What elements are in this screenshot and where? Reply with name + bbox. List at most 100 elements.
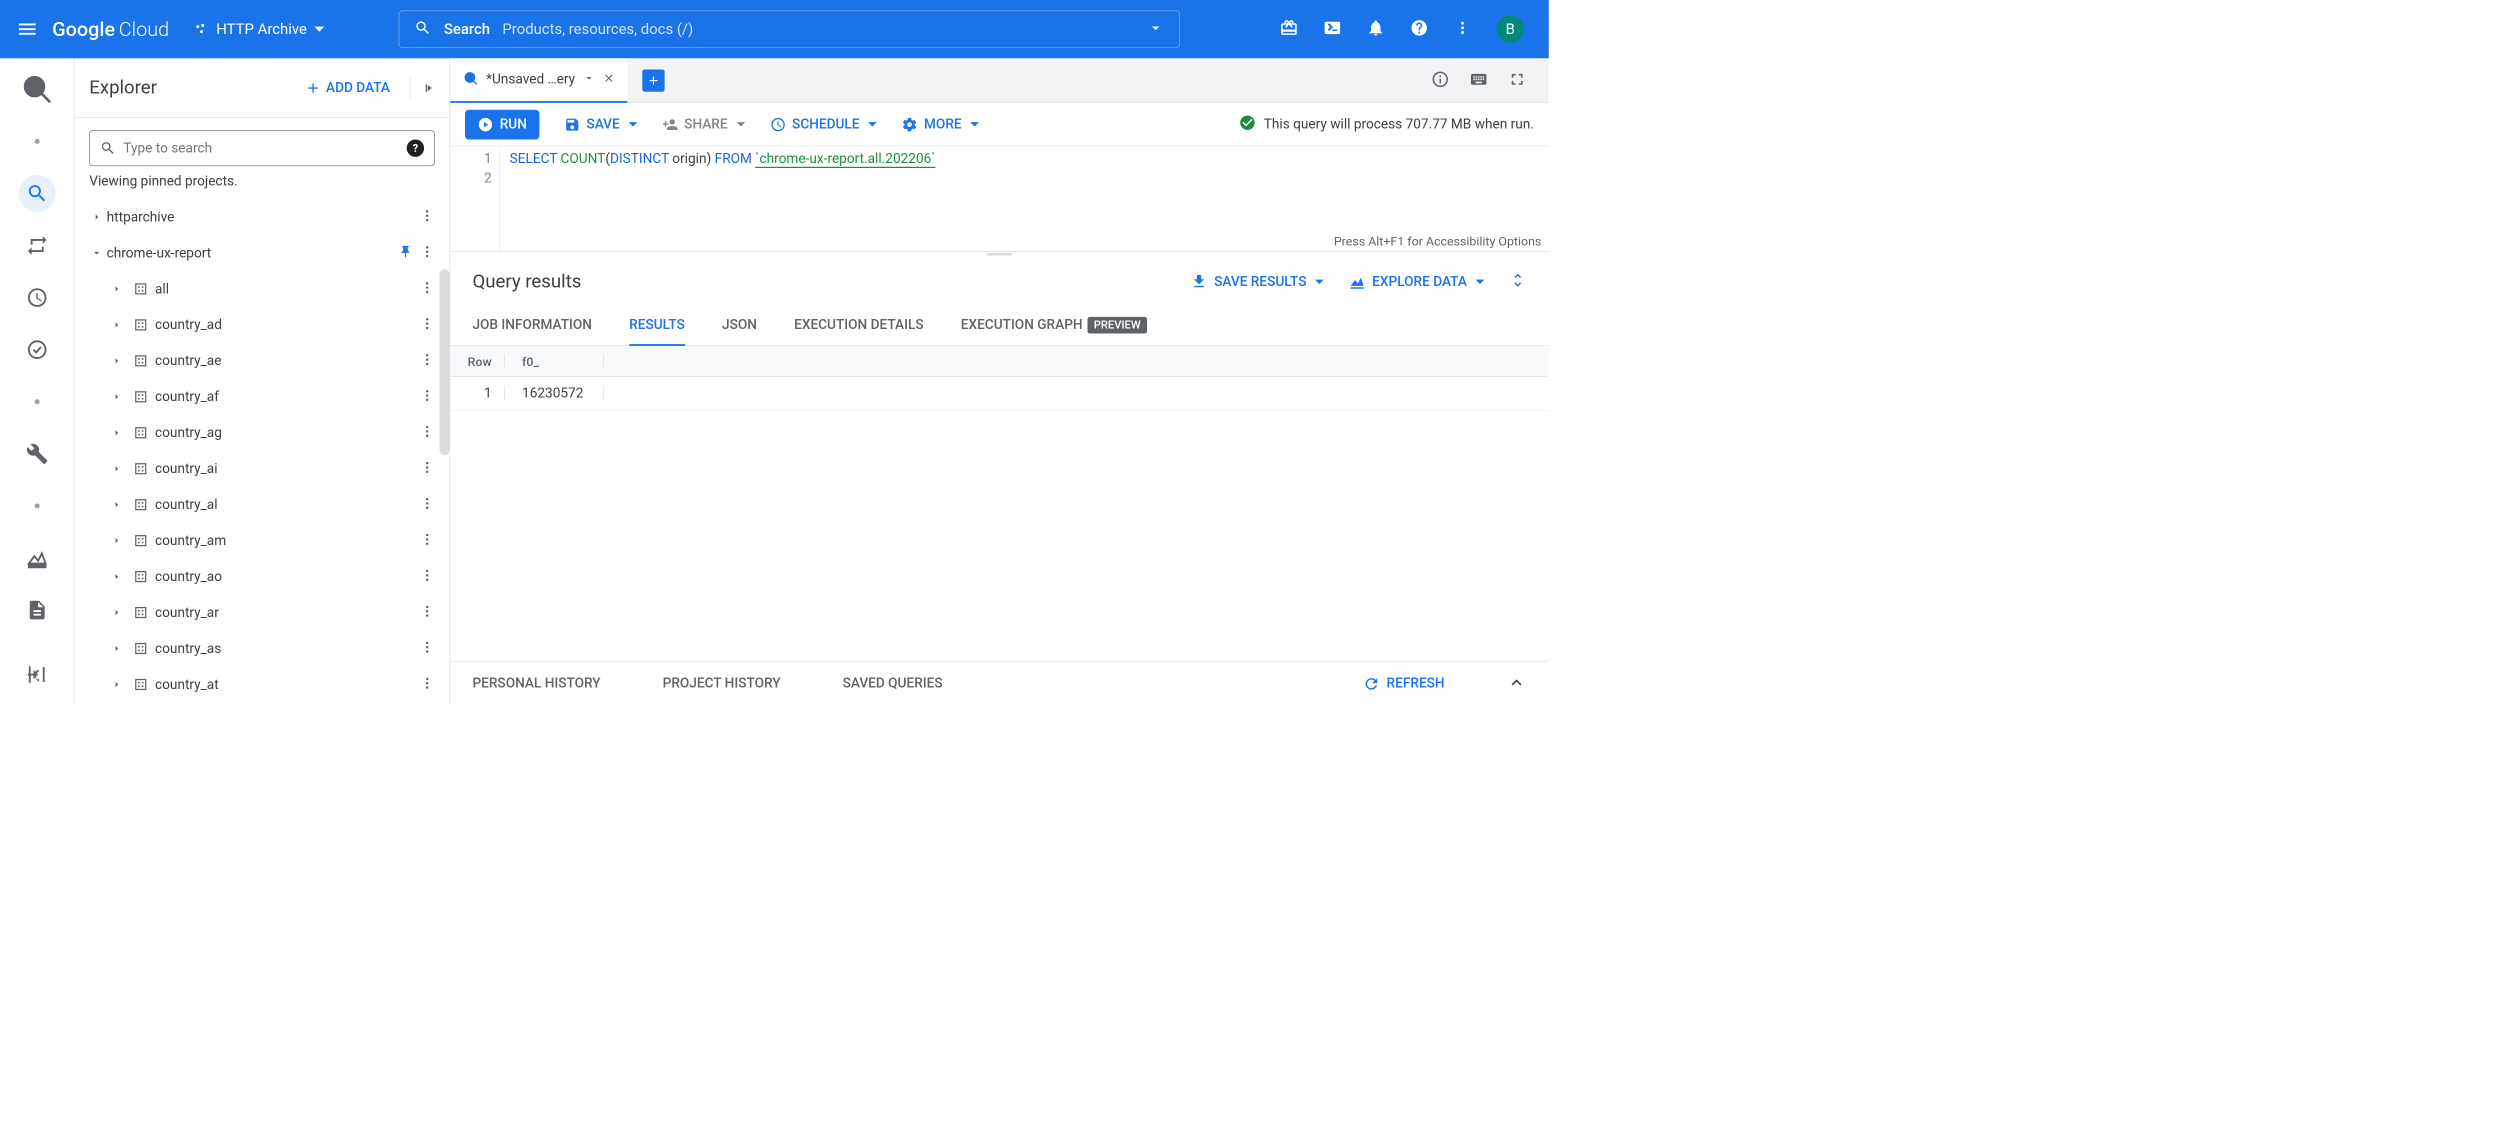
rail-transfer-icon[interactable] (18, 227, 55, 264)
info-icon[interactable] (1431, 70, 1450, 91)
tab-job-information[interactable]: JOB INFORMATION (472, 306, 592, 346)
run-button[interactable]: RUN (465, 109, 539, 139)
search-input[interactable] (502, 20, 1134, 37)
more-vert-icon[interactable] (420, 676, 435, 693)
project-selector[interactable]: HTTP Archive (182, 20, 337, 37)
explorer-search-box[interactable]: ? (89, 130, 434, 166)
tab-project-history[interactable]: PROJECT HISTORY (663, 676, 781, 692)
chevron-down-icon[interactable] (1147, 19, 1164, 39)
expand-icon[interactable] (107, 463, 127, 475)
expand-icon[interactable] (107, 534, 127, 546)
expand-icon[interactable] (107, 427, 127, 439)
explorer-search-input[interactable] (123, 140, 399, 156)
gift-icon[interactable] (1280, 19, 1299, 40)
new-tab-button[interactable] (642, 69, 664, 91)
rail-expand-icon[interactable] (18, 656, 55, 693)
tree-dataset[interactable]: country_am (74, 523, 449, 559)
keyboard-icon[interactable] (1469, 70, 1488, 91)
expand-icon[interactable] (107, 642, 127, 654)
editor-tab[interactable]: *Unsaved …ery (450, 58, 627, 102)
more-vert-icon[interactable] (420, 352, 435, 369)
expand-icon[interactable] (107, 498, 127, 510)
rail-bi-engine-icon[interactable] (18, 539, 55, 576)
sql-editor[interactable]: 1 2 SELECT COUNT(DISTINCT origin) FROM `… (450, 146, 1549, 251)
tab-saved-queries[interactable]: SAVED QUERIES (843, 676, 943, 692)
hamburger-menu-icon[interactable] (15, 17, 40, 42)
bigquery-icon[interactable] (18, 71, 55, 108)
cloud-shell-icon[interactable] (1323, 19, 1342, 40)
tree-dataset[interactable]: country_ai (74, 451, 449, 487)
more-vert-icon[interactable] (420, 460, 435, 477)
collapse-icon[interactable] (87, 247, 107, 259)
collapse-explorer-button[interactable] (410, 75, 435, 100)
user-avatar[interactable]: B (1497, 16, 1524, 43)
tree-project[interactable]: chrome-ux-report (74, 235, 449, 271)
explorer-tree[interactable]: httparchive chrome-ux-report all country… (74, 199, 449, 706)
expand-icon[interactable] (87, 211, 107, 223)
more-vert-icon[interactable] (420, 496, 435, 513)
more-vert-icon[interactable] (420, 388, 435, 405)
tree-dataset[interactable]: country_al (74, 487, 449, 523)
save-button[interactable]: SAVE (564, 116, 637, 132)
more-vert-icon[interactable] (420, 244, 435, 261)
more-vert-icon[interactable] (420, 316, 435, 333)
rail-sql-workspace-icon[interactable] (18, 175, 55, 212)
tree-dataset[interactable]: country_ag (74, 415, 449, 451)
pin-icon[interactable] (399, 245, 413, 261)
tab-execution-graph[interactable]: EXECUTION GRAPH PREVIEW (961, 306, 1147, 346)
scrollbar-thumb[interactable] (440, 269, 450, 455)
tab-json[interactable]: JSON (722, 306, 757, 346)
tree-dataset[interactable]: country_ae (74, 343, 449, 379)
expand-icon[interactable] (107, 606, 127, 618)
tree-dataset[interactable]: country_as (74, 631, 449, 667)
expand-icon[interactable] (107, 355, 127, 367)
more-vert-icon[interactable] (420, 568, 435, 585)
more-vert-icon[interactable] (420, 640, 435, 657)
schedule-button[interactable]: SCHEDULE (770, 116, 877, 132)
more-vert-icon[interactable] (420, 532, 435, 549)
expand-icon[interactable] (107, 570, 127, 582)
rail-capacity-icon[interactable] (18, 591, 55, 628)
tree-dataset[interactable]: country_ar (74, 595, 449, 631)
more-vert-icon[interactable] (420, 604, 435, 621)
tree-project[interactable]: httparchive (74, 199, 449, 235)
fullscreen-icon[interactable] (1508, 70, 1527, 91)
rail-scheduled-icon[interactable] (18, 279, 55, 316)
more-vert-icon[interactable] (1453, 19, 1472, 40)
table-row[interactable]: 1 16230572 (450, 377, 1549, 410)
tree-dataset[interactable]: country_af (74, 379, 449, 415)
rail-settings-icon[interactable] (18, 435, 55, 472)
add-data-button[interactable]: ADD DATA (305, 80, 402, 96)
more-vert-icon[interactable] (420, 208, 435, 225)
expand-icon[interactable] (107, 391, 127, 403)
search-box[interactable]: Search (399, 11, 1180, 48)
more-vert-icon[interactable] (420, 424, 435, 441)
notifications-icon[interactable] (1366, 19, 1385, 40)
expand-icon[interactable] (107, 283, 127, 295)
tree-dataset[interactable]: all (74, 271, 449, 307)
close-icon[interactable] (602, 72, 614, 87)
tab-execution-details[interactable]: EXECUTION DETAILS (794, 306, 923, 346)
caret-down-icon (736, 122, 745, 126)
save-results-button[interactable]: SAVE RESULTS (1191, 273, 1324, 290)
tab-results[interactable]: RESULTS (629, 306, 685, 346)
tab-dropdown-icon[interactable] (583, 72, 595, 87)
tab-personal-history[interactable]: PERSONAL HISTORY (472, 676, 600, 692)
refresh-button[interactable]: REFRESH (1363, 675, 1445, 692)
more-vert-icon[interactable] (420, 280, 435, 297)
code-area[interactable]: SELECT COUNT(DISTINCT origin) FROM `chro… (500, 146, 946, 251)
tree-dataset[interactable]: country_ao (74, 559, 449, 595)
google-cloud-logo[interactable]: Google Cloud (52, 17, 169, 41)
more-button[interactable]: MORE (902, 116, 979, 132)
explore-data-button[interactable]: EXPLORE DATA (1349, 273, 1485, 290)
unfold-results-icon[interactable] (1509, 272, 1526, 292)
expand-icon[interactable] (107, 678, 127, 690)
rail-analytics-icon[interactable] (18, 331, 55, 368)
share-button[interactable]: SHARE (662, 116, 745, 132)
expand-history-icon[interactable] (1507, 672, 1527, 694)
search-help-icon[interactable]: ? (407, 140, 424, 157)
tree-dataset[interactable]: country_ad (74, 307, 449, 343)
tree-dataset[interactable]: country_at (74, 667, 449, 703)
help-icon[interactable] (1410, 19, 1429, 40)
expand-icon[interactable] (107, 319, 127, 331)
